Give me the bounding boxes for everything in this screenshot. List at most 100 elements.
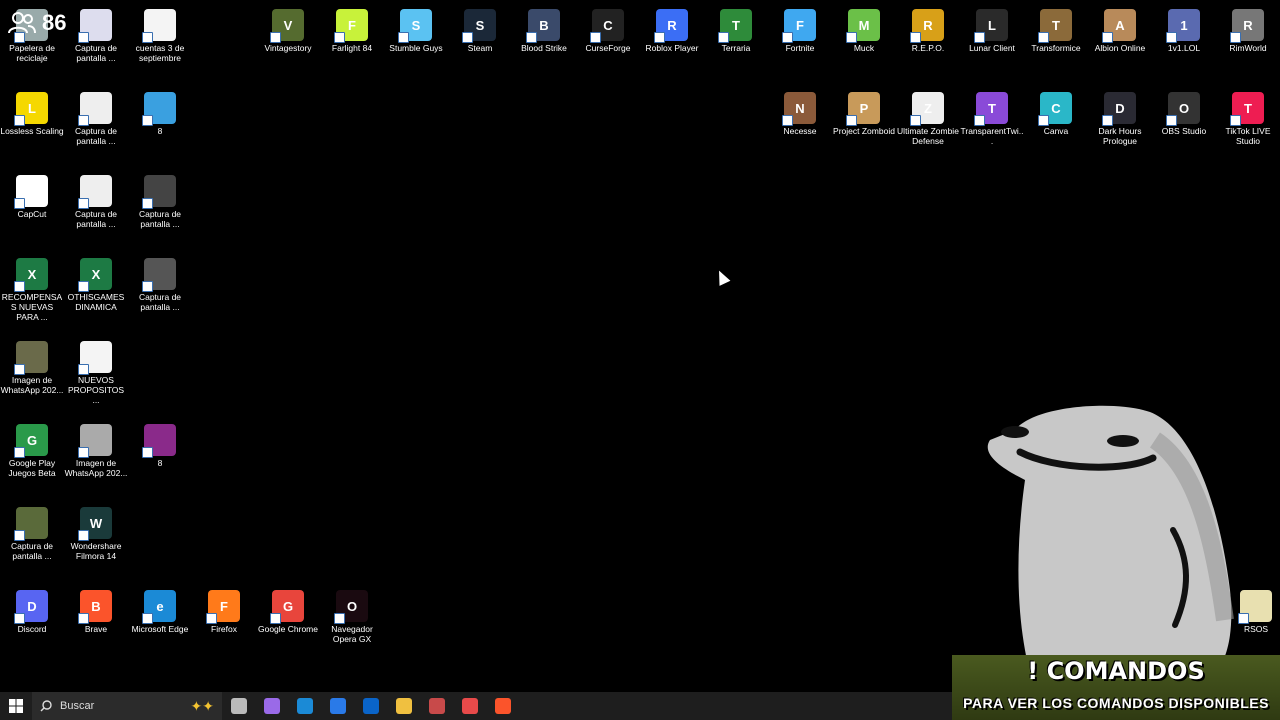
chrome-icon: G (270, 590, 304, 624)
steam-icon: S (462, 9, 496, 43)
desktop-icon-uzd[interactable]: Z Ultimate Zombie Defense (896, 88, 960, 146)
desktop-icon-roblox[interactable]: R Roblox Player (640, 5, 704, 53)
taskbar-app-edge[interactable] (288, 692, 321, 720)
desktop-icon-albion[interactable]: A Albion Online (1088, 5, 1152, 53)
othisgames-icon: X (78, 258, 112, 292)
roblox-icon: R (654, 9, 688, 43)
desktop-icon-stumble[interactable]: S Stumble Guys (384, 5, 448, 53)
desktop-icon-muck[interactable]: M Muck (832, 5, 896, 53)
desktop-icon-cap2[interactable]: Captura de pantalla ... (64, 88, 128, 146)
desktop-icon-transformice[interactable]: T Transformice (1024, 5, 1088, 53)
desktop-icon-lunar[interactable]: L Lunar Client (960, 5, 1024, 53)
desktop-icon-farlight[interactable]: F Farlight 84 (320, 5, 384, 53)
desktop-icon-firefox[interactable]: F Firefox (192, 586, 256, 634)
desktop-icon-gplay[interactable]: G Google Play Juegos Beta (0, 420, 64, 478)
desktop-icon-tiktok[interactable]: T TikTok LIVE Studio (1216, 88, 1280, 146)
shortcut-arrow-icon (974, 32, 985, 43)
shortcut-arrow-icon (142, 281, 153, 292)
desktop-icon-necesse[interactable]: N Necesse (768, 88, 832, 136)
taskbar-app-outlook[interactable] (354, 692, 387, 720)
lunar-icon: L (974, 9, 1008, 43)
desktop-icon-label: Necesse (783, 126, 817, 136)
viewer-count-overlay: 86 (8, 10, 66, 36)
desktop-icon-label: TikTok LIVE Studio (1225, 126, 1271, 146)
taskbar: Buscar ✦✦ (0, 692, 952, 720)
filmora-icon: W (78, 507, 112, 541)
desktop-icon-repo[interactable]: R R.E.P.O. (896, 5, 960, 53)
desktop-icon-label: Wondershare Filmora 14 (70, 541, 122, 561)
desktop-icon-filmora[interactable]: W Wondershare Filmora 14 (64, 503, 128, 561)
desktop-icon-label: Discord (17, 624, 47, 634)
start-button[interactable] (0, 692, 32, 720)
desktop-icon-cap6[interactable]: Captura de pantalla ... (0, 503, 64, 561)
desktop-icon-label: Captura de pantalla ... (74, 43, 118, 63)
desktop-icon-fortnite[interactable]: F Fortnite (768, 5, 832, 53)
cap5-icon (142, 258, 176, 292)
taskbar-app-vpn[interactable] (420, 692, 453, 720)
shortcut-arrow-icon (846, 32, 857, 43)
gplay-icon: G (14, 424, 48, 458)
taskbar-app-game[interactable] (453, 692, 486, 720)
taskbar-app-store[interactable] (321, 692, 354, 720)
shortcut-arrow-icon (14, 447, 25, 458)
desktop-icon-edge[interactable]: e Microsoft Edge (128, 586, 192, 634)
desktop-icon-cap4[interactable]: Captura de pantalla ... (128, 171, 192, 229)
desktop-icon-capcut[interactable]: C CapCut (0, 171, 64, 219)
desktop-icon-whatsapp1[interactable]: Imagen de WhatsApp 202... (0, 337, 64, 395)
desktop-icon-eight2[interactable]: 8 (128, 420, 192, 468)
desktop-icon-1v1lol[interactable]: 1 1v1.LOL (1152, 5, 1216, 53)
users-icon (8, 12, 36, 34)
desktop-icon-othisgames[interactable]: X OTHISGAMES DINAMICA (64, 254, 128, 312)
fortnite-icon: F (782, 9, 816, 43)
shortcut-arrow-icon (78, 281, 89, 292)
shortcut-arrow-icon (334, 32, 345, 43)
desktop-icon-cap5[interactable]: Captura de pantalla ... (128, 254, 192, 312)
desktop-icon-chrome[interactable]: G Google Chrome (256, 586, 320, 634)
desktop-icon-lossless[interactable]: L Lossless Scaling (0, 88, 64, 136)
desktop-icon-canva[interactable]: C Canva (1024, 88, 1088, 136)
viewer-count: 86 (42, 10, 67, 35)
desktop-icon-cap1[interactable]: Captura de pantalla ... (64, 5, 128, 63)
desktop-icon-whatsapp2[interactable]: Imagen de WhatsApp 202... (64, 420, 128, 478)
desktop-icon-label: Imagen de WhatsApp 202... (64, 458, 128, 478)
desktop-icon-label: RECOMPENSAS NUEVAS PARA ... (1, 292, 63, 322)
desktop-icon-vintagestory[interactable]: V Vintagestory (256, 5, 320, 53)
desktop-icon-bloodstrike[interactable]: B Blood Strike (512, 5, 576, 53)
desktop-icon-opera[interactable]: O Navegador Opera GX (320, 586, 384, 644)
desktop-icon-terraria[interactable]: T Terraria (704, 5, 768, 53)
mascot-character (987, 405, 1234, 690)
desktop-icon-label: Steam (467, 43, 493, 53)
shortcut-arrow-icon (78, 32, 89, 43)
shortcut-arrow-icon (782, 115, 793, 126)
rsos-icon (1238, 590, 1272, 624)
desktop-icon-transparent[interactable]: T TransparentTwi... (960, 88, 1024, 146)
taskbar-app-copilot[interactable] (255, 692, 288, 720)
taskbar-app-brave[interactable] (486, 692, 519, 720)
capcut-icon: C (14, 175, 48, 209)
shortcut-arrow-icon (1238, 613, 1249, 624)
shortcut-arrow-icon (1166, 115, 1177, 126)
desktop-icon-obs[interactable]: O OBS Studio (1152, 88, 1216, 136)
desktop-icon-curseforge[interactable]: C CurseForge (576, 5, 640, 53)
taskbar-app-taskview[interactable] (222, 692, 255, 720)
desktop-icon-label: Google Chrome (257, 624, 318, 634)
desktop-icon-cuentas[interactable]: cuentas 3 de septiembre (128, 5, 192, 63)
shortcut-arrow-icon (1166, 32, 1177, 43)
desktop-icon-cap3[interactable]: Captura de pantalla ... (64, 171, 128, 229)
desktop-icon-label: Vintagestory (264, 43, 312, 53)
whatsapp2-icon (78, 424, 112, 458)
desktop-icon-rimworld[interactable]: R RimWorld (1216, 5, 1280, 53)
shortcut-arrow-icon (14, 613, 25, 624)
desktop-icon-label: Terraria (721, 43, 751, 53)
taskbar-search-box[interactable]: Buscar ✦✦ (32, 692, 222, 720)
desktop-icon-eight1[interactable]: 8 (128, 88, 192, 136)
desktop-icon-recompensas[interactable]: X RECOMPENSAS NUEVAS PARA ... (0, 254, 64, 322)
desktop-icon-brave[interactable]: B Brave (64, 586, 128, 634)
desktop-icon-zomboid[interactable]: P Project Zomboid (832, 88, 896, 136)
taskbar-app-explorer[interactable] (387, 692, 420, 720)
desktop-icon-darkhours[interactable]: D Dark Hours Prologue (1088, 88, 1152, 146)
desktop-icon-propositos[interactable]: NUEVOS PROPOSITOS ... (64, 337, 128, 405)
shortcut-arrow-icon (78, 115, 89, 126)
desktop-icon-steam[interactable]: S Steam (448, 5, 512, 53)
desktop-icon-discord[interactable]: D Discord (0, 586, 64, 634)
